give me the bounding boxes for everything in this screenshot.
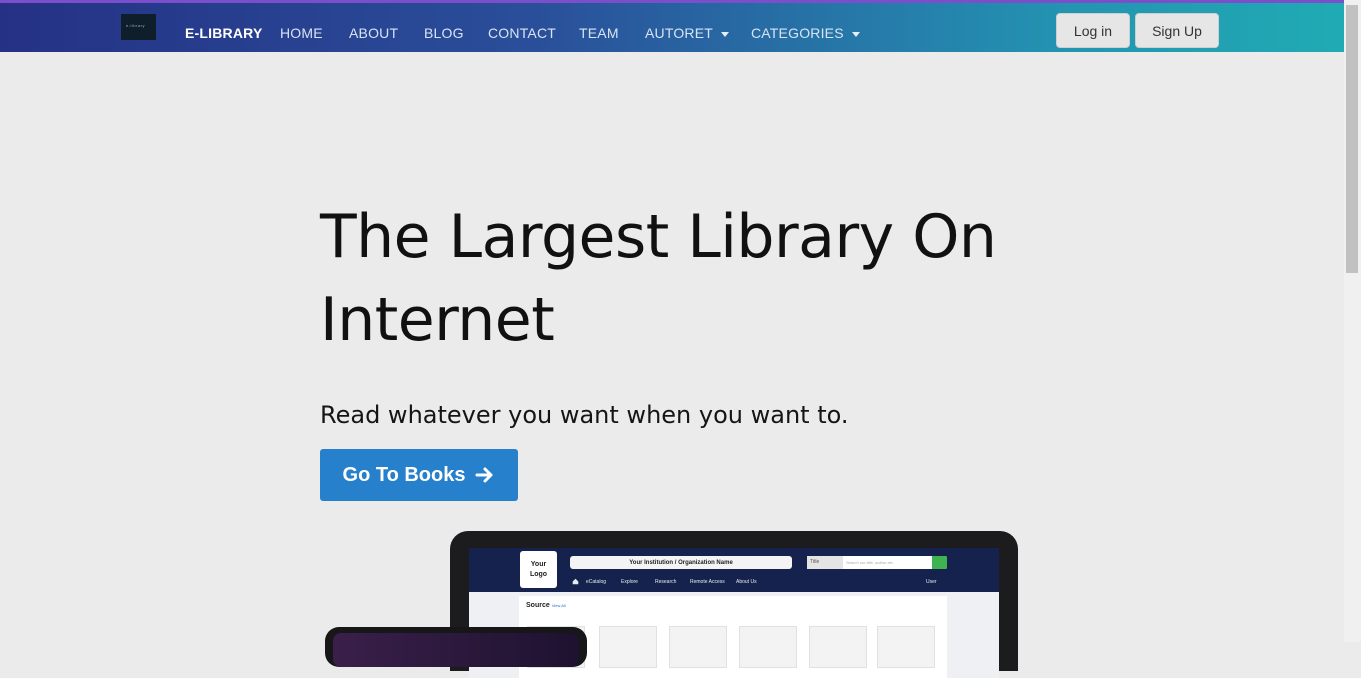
scrollbar-thumb[interactable]: [1346, 5, 1358, 273]
nav-item-team[interactable]: TEAM: [579, 25, 619, 41]
site-logo[interactable]: e-library: [121, 14, 156, 40]
phone-screen: [333, 633, 579, 667]
caret-down-icon: [851, 31, 860, 37]
main-navbar: e-library E-LIBRARY HOME ABOUT BLOG CONT…: [0, 3, 1344, 52]
nav-item-autoret-label: AUTORET: [645, 25, 714, 41]
mockup-source-card: [599, 626, 657, 668]
mockup-view-all: View All: [551, 603, 566, 608]
mockup-logo-line-2: Logo: [529, 570, 548, 578]
mockup-menu-remote-access: Remote Access: [690, 579, 725, 585]
nav-item-home[interactable]: HOME: [280, 25, 323, 41]
mockup-source-card: [809, 626, 867, 668]
search-icon: [932, 556, 947, 569]
nav-item-categories-label: CATEGORIES: [751, 25, 844, 41]
nav-item-blog[interactable]: BLOG: [424, 25, 464, 41]
nav-item-categories[interactable]: CATEGORIES: [751, 25, 860, 41]
mockup-menu-research: Research: [655, 579, 677, 585]
mockup-search-bar: Title Search our title, author etc.: [807, 556, 947, 569]
mockup-institution-name: Your Institution / Organization Name: [570, 556, 792, 569]
nav-item-autoret[interactable]: AUTORET: [645, 25, 730, 41]
caret-down-icon: [721, 31, 730, 37]
mockup-source-label: Source: [526, 602, 550, 609]
mockup-logo: Your Logo: [520, 551, 557, 588]
go-to-books-button[interactable]: Go To Books: [320, 449, 518, 501]
phone-mockup-image: [325, 627, 587, 667]
mockup-logo-line-1: Your: [530, 560, 547, 568]
mockup-menu-ecatalog: eCatalog: [586, 579, 607, 585]
mockup-source-card: [739, 626, 797, 668]
mockup-search-placeholder: Search our title, author etc.: [846, 560, 895, 565]
mockup-source-heading: Source View All: [526, 602, 566, 609]
mockup-navbar: Your Logo Your Institution / Organizatio…: [469, 548, 999, 592]
nav-item-contact[interactable]: CONTACT: [488, 25, 556, 41]
login-button[interactable]: Log in: [1056, 13, 1130, 48]
mockup-menu-explore: Explore: [621, 579, 638, 585]
signup-button[interactable]: Sign Up: [1135, 13, 1219, 48]
mockup-source-card: [669, 626, 727, 668]
mockup-search-select: Title: [807, 556, 843, 569]
mockup-source-card: [877, 626, 935, 668]
go-to-books-label: Go To Books: [342, 463, 466, 486]
hero-title: The Largest Library On Internet: [320, 196, 1040, 362]
site-logo-text: e-library: [126, 23, 145, 28]
home-icon: [572, 578, 579, 585]
mockup-user-menu: User: [926, 579, 937, 585]
hero-subtitle: Read whatever you want when you want to.: [320, 401, 849, 429]
nav-brand[interactable]: E-LIBRARY: [185, 25, 263, 41]
hero-title-line-2: Internet: [320, 285, 555, 355]
nav-item-about[interactable]: ABOUT: [349, 25, 398, 41]
hero-title-line-1: The Largest Library On: [320, 202, 997, 272]
mockup-menu-about-us: About Us: [736, 579, 757, 585]
arrow-right-icon: [475, 467, 493, 483]
page-scrollbar[interactable]: [1344, 0, 1361, 642]
